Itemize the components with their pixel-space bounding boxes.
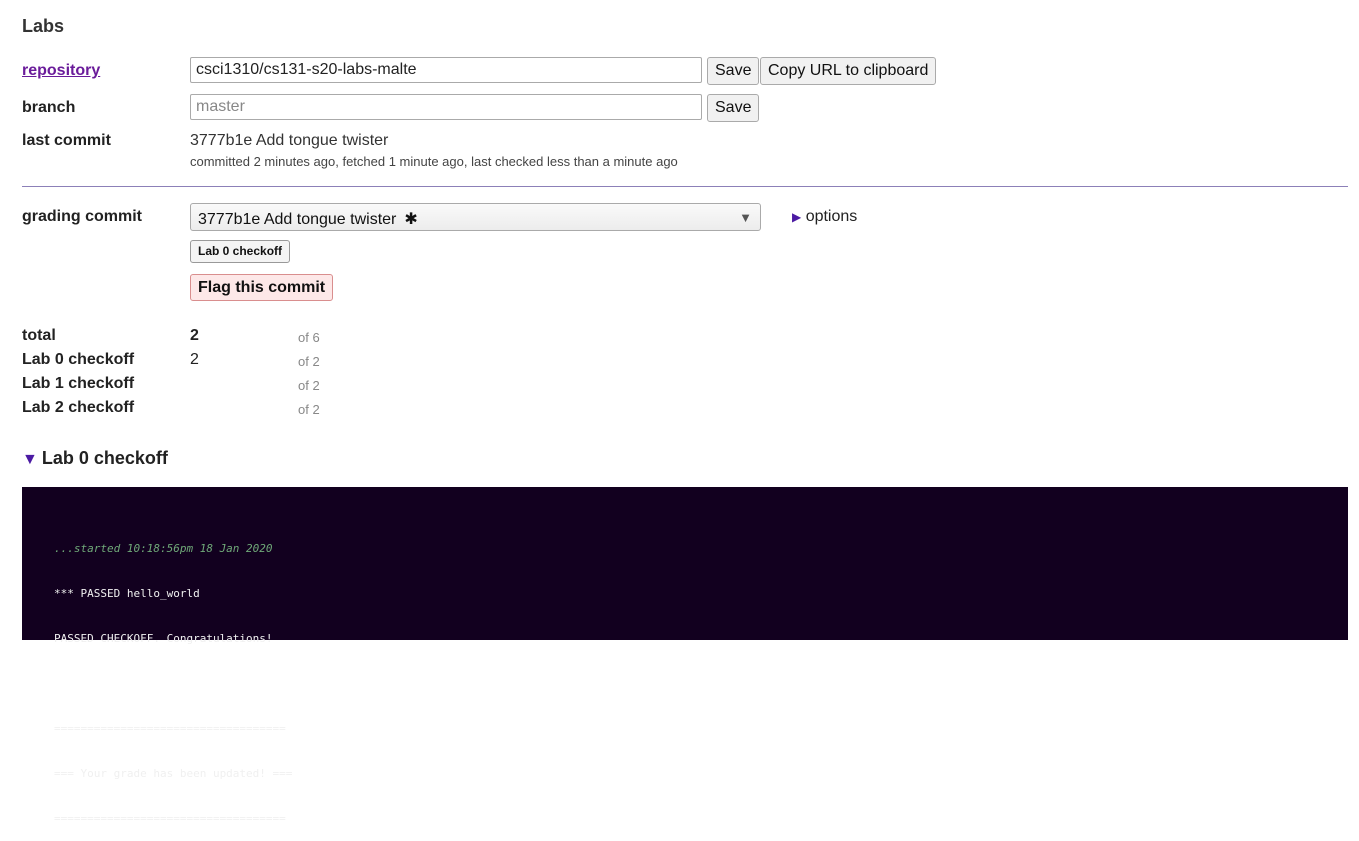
repository-save-button[interactable]: Save [707, 57, 760, 85]
branch-label: branch [22, 99, 76, 116]
repository-input[interactable] [190, 57, 702, 83]
flag-commit-button[interactable]: Flag this commit [190, 274, 334, 301]
score-value-lab0: 2 [190, 351, 199, 368]
score-label-lab0: Lab 0 checkoff [22, 351, 135, 368]
log-line: *** PASSED hello_world [54, 587, 200, 600]
options-label: options [805, 208, 858, 225]
grading-commit-label: grading commit [22, 208, 143, 225]
grading-log-terminal: ...started 10:18:56pm 18 Jan 2020 *** PA… [22, 487, 1348, 825]
score-label-total: total [22, 327, 56, 344]
last-commit-summary: 3777b1e Add tongue twister [190, 132, 389, 149]
repository-link[interactable]: repository [22, 62, 100, 80]
lab0-checkoff-button[interactable]: Lab 0 checkoff [190, 240, 291, 263]
log-line: =================================== [54, 812, 286, 825]
options-toggle[interactable]: ▶ options [792, 208, 857, 226]
log-started-line: ...started 10:18:56pm 18 Jan 2020 [54, 542, 273, 555]
score-max-total: of 6 [298, 330, 320, 345]
log-line: =================================== [54, 722, 286, 735]
score-max-lab2: of 2 [298, 402, 320, 417]
branch-input[interactable] [190, 94, 702, 120]
page-title: Labs [22, 16, 65, 36]
log-line: PASSED CHECKOFF. Congratulations! [54, 632, 273, 645]
grading-commit-select[interactable]: 3777b1e Add tongue twister ✱ ▼ [190, 203, 761, 231]
triangle-right-icon: ▶ [792, 210, 802, 224]
last-commit-label: last commit [22, 132, 111, 149]
grading-commit-selected: 3777b1e Add tongue twister [198, 211, 397, 228]
score-value-total: 2 [190, 327, 199, 344]
score-max-lab0: of 2 [298, 354, 320, 369]
lab0-section-toggle[interactable]: ▼ Lab 0 checkoff [22, 448, 168, 469]
score-max-lab1: of 2 [298, 378, 320, 393]
copy-url-button[interactable]: Copy URL to clipboard [760, 57, 937, 85]
lab0-section-title: Lab 0 checkoff [41, 448, 168, 468]
section-divider [22, 186, 1348, 187]
last-commit-meta: committed 2 minutes ago, fetched 1 minut… [190, 154, 678, 169]
triangle-down-icon: ▼ [22, 451, 38, 468]
score-label-lab2: Lab 2 checkoff [22, 399, 135, 416]
star-marker-icon: ✱ [404, 211, 418, 228]
log-line: === Your grade has been updated! === [54, 767, 293, 780]
caret-down-icon: ▼ [739, 210, 752, 225]
score-label-lab1: Lab 1 checkoff [22, 375, 135, 392]
branch-save-button[interactable]: Save [707, 94, 760, 122]
